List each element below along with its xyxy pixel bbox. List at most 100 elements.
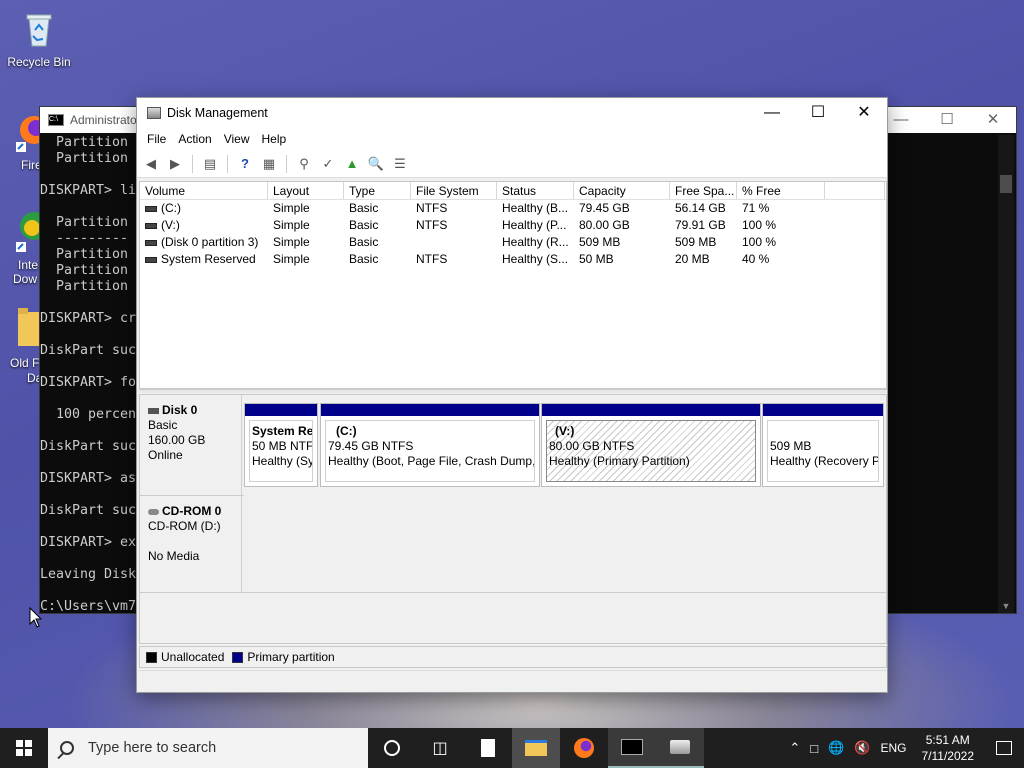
table-row[interactable]: (Disk 0 partition 3) Simple Basic Healthy (… — [140, 234, 886, 251]
folder-icon — [18, 308, 40, 346]
cell-capacity: 50 MB — [579, 252, 614, 266]
cell-type: Basic — [349, 218, 379, 232]
partition-size: 80.00 GB NTFS — [549, 439, 635, 453]
table-row[interactable]: System Reserved Simple Basic NTFS Healthy (S… — [140, 251, 886, 268]
col-percent-free[interactable]: % Free — [737, 182, 825, 199]
menu-view[interactable]: View — [218, 132, 256, 146]
legend-primary: Primary partition — [247, 650, 335, 664]
speaker-muted-icon[interactable]: 🔇 — [849, 740, 875, 756]
disk0-label[interactable]: Disk 0 Basic 160.00 GB Online — [140, 395, 242, 495]
language-indicator[interactable]: ENG — [875, 741, 911, 755]
cmd-scroll-down-icon[interactable]: ▼ — [998, 601, 1014, 611]
partition-status: Healthy (Primary Partition) — [549, 454, 690, 468]
taskbar-search-box[interactable]: Type here to search — [48, 728, 368, 768]
col-type[interactable]: Type — [344, 182, 411, 199]
partition-system-reserved[interactable]: System Re 50 MB NTFS Healthy (Sy — [244, 403, 318, 487]
cdrom0-label[interactable]: CD-ROM 0 CD-ROM (D:) No Media — [140, 496, 242, 592]
cmd-maximize-button[interactable]: ☐ — [924, 107, 970, 133]
start-button[interactable] — [0, 728, 48, 768]
cdrom-icon — [148, 508, 159, 515]
firefox-taskbar-button[interactable] — [560, 728, 608, 768]
network-globe-icon[interactable]: 🌐 — [823, 740, 849, 756]
cmd-line — [40, 359, 136, 375]
partition-recovery[interactable]: 509 MB Healthy (Recovery Pa — [762, 403, 884, 487]
close-button[interactable]: ✕ — [841, 98, 887, 128]
cell-pct: 100 % — [742, 235, 777, 249]
cmd-scrollbar-thumb[interactable] — [1000, 175, 1012, 193]
cell-free: 20 MB — [675, 252, 710, 266]
pane-splitter[interactable] — [139, 389, 887, 393]
cmd-line: Partition — [40, 151, 129, 166]
menu-bar: File Action View Help — [137, 128, 887, 150]
menu-help[interactable]: Help — [256, 132, 293, 146]
cell-free: 79.91 GB — [675, 218, 726, 232]
cell-layout: Simple — [273, 201, 310, 215]
cdrom0-area[interactable] — [244, 495, 886, 591]
disk-graphical-view[interactable]: Disk 0 Basic 160.00 GB Online System Re … — [139, 394, 887, 644]
minimize-button[interactable]: — — [749, 98, 795, 128]
col-file-system[interactable]: File System — [411, 182, 497, 199]
col-extra[interactable] — [825, 182, 885, 199]
col-status[interactable]: Status — [497, 182, 574, 199]
partition-status: Healthy (Boot, Page File, Crash Dump, — [328, 454, 535, 468]
cmd-line: DiskPart suc — [40, 439, 137, 454]
folder-up-icon[interactable]: ▲ — [342, 154, 362, 174]
table-row[interactable]: (V:) Simple Basic NTFS Healthy (P... 80.00 GB… — [140, 217, 886, 234]
file-explorer-icon — [525, 740, 547, 756]
table-row[interactable]: (C:) Simple Basic NTFS Healthy (B... 79.45 GB… — [140, 200, 886, 217]
dm-titlebar[interactable]: Disk Management — ☐ ✕ — [137, 98, 887, 128]
menu-action[interactable]: Action — [172, 132, 217, 146]
cmd-scrollbar[interactable]: ▼ — [998, 135, 1014, 613]
disk-management-window[interactable]: Disk Management — ☐ ✕ File Action View H… — [136, 97, 888, 693]
partition-c[interactable]: (C:) 79.45 GB NTFS Healthy (Boot, Page F… — [320, 403, 540, 487]
cell-volume: (Disk 0 partition 3) — [140, 234, 268, 251]
cmd-title: Administrato — [70, 113, 137, 127]
check-icon[interactable]: ✓ — [318, 154, 338, 174]
show-hide-console-icon[interactable]: ▤ — [200, 154, 220, 174]
disk-management-taskbar-button[interactable] — [656, 728, 704, 768]
cmd-line — [40, 423, 136, 439]
cortana-button[interactable] — [368, 728, 416, 768]
clock[interactable]: 5:51 AM 7/11/2022 — [912, 732, 985, 764]
file-explorer-taskbar-button[interactable] — [512, 728, 560, 768]
cdrom0-name: CD-ROM 0 — [162, 504, 222, 518]
maximize-button[interactable]: ☐ — [795, 98, 841, 128]
col-volume[interactable]: Volume — [140, 182, 268, 199]
cell-fs — [411, 234, 497, 251]
search-icon — [60, 741, 74, 755]
device-icon[interactable]: □ — [805, 741, 823, 756]
cmd-line: DISKPART> li — [40, 183, 137, 198]
cell-fs: NTFS — [416, 218, 448, 232]
chevron-up-icon[interactable]: ⌃ — [784, 740, 805, 756]
connect-icon[interactable]: ⚲ — [294, 154, 314, 174]
properties-icon[interactable]: ☰ — [390, 154, 410, 174]
col-layout[interactable]: Layout — [268, 182, 344, 199]
legend: Unallocated Primary partition — [139, 646, 887, 668]
cmd-line: DISKPART> ex — [40, 535, 137, 550]
recycle-bin-shortcut[interactable]: Recycle Bin — [4, 8, 74, 69]
system-tray: ⌃ □ 🌐 🔇 ENG 5:51 AM 7/11/2022 — [784, 728, 1024, 768]
back-arrow-icon[interactable]: ◀ — [141, 154, 161, 174]
volume-list[interactable]: Volume Layout Type File System Status Ca… — [139, 181, 887, 389]
notification-button[interactable] — [984, 728, 1024, 768]
cmd-taskbar-button[interactable] — [608, 728, 656, 768]
col-capacity[interactable]: Capacity — [574, 182, 670, 199]
col-free-space[interactable]: Free Spa... — [670, 182, 737, 199]
partition-v[interactable]: (V:) 80.00 GB NTFS Healthy (Primary Part… — [541, 403, 761, 487]
cell-pct: 71 % — [742, 201, 770, 215]
cmd-close-button[interactable]: ✕ — [970, 107, 1016, 133]
volume-icon — [145, 256, 157, 263]
mouse-cursor-icon — [29, 607, 43, 628]
task-view-button[interactable]: ◫ — [416, 728, 464, 768]
properties-list-icon[interactable]: ▦ — [259, 154, 279, 174]
volume-name: (V:) — [161, 218, 180, 232]
search-folder-icon[interactable]: 🔍 — [366, 154, 386, 174]
clock-time: 5:51 AM — [925, 733, 970, 747]
cell-status: Healthy (S... — [502, 252, 569, 266]
cortana-circle-icon — [384, 740, 400, 756]
forward-arrow-icon[interactable]: ▶ — [165, 154, 185, 174]
help-icon[interactable]: ? — [235, 154, 255, 174]
menu-file[interactable]: File — [141, 132, 172, 146]
notification-icon — [996, 741, 1012, 755]
notepad-taskbar-button[interactable] — [464, 728, 512, 768]
